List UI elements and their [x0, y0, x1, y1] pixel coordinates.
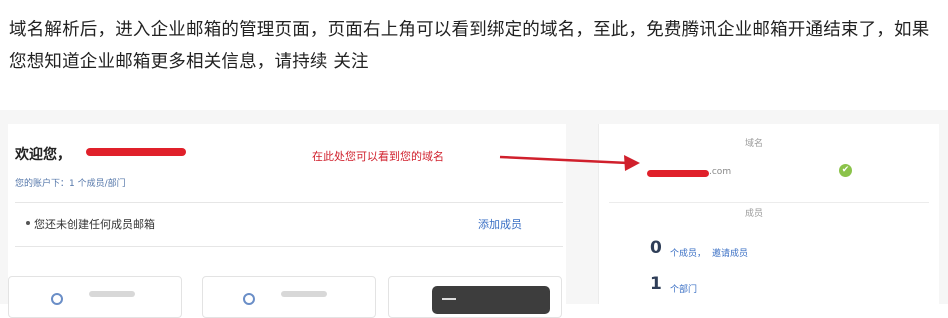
arrow-shaft: [499, 155, 629, 165]
article-paragraph: 域名解析后，进入企业邮箱的管理页面，页面右上角可以看到绑定的域名，至此，免费腾讯…: [9, 20, 930, 72]
arrow-head: [624, 155, 640, 171]
annotation-arrow: [499, 155, 640, 171]
embedded-screenshot: 欢迎您， 您的账户下：1 个成员/部门 您还未创建任何成员邮箱 添加成员 域名 …: [0, 110, 948, 318]
